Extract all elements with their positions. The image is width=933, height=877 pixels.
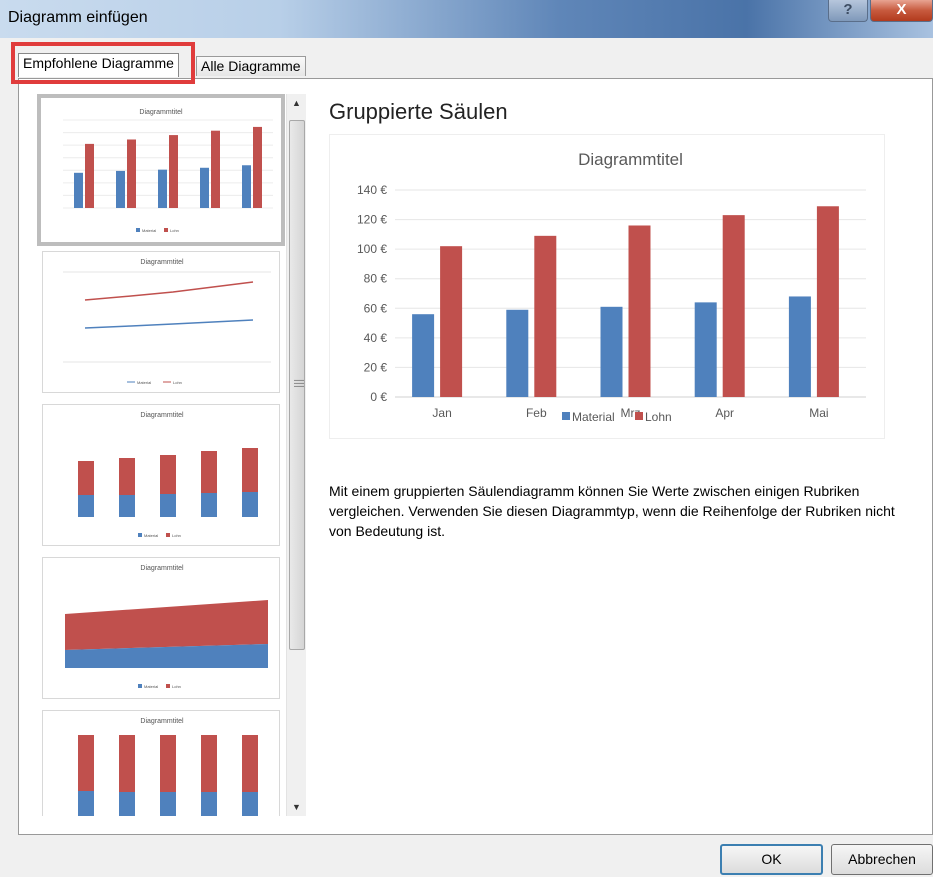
y-tick-label: 80 € <box>364 272 388 286</box>
thumb-chart-area: Diagrammtitel Material Lohn <box>65 565 268 689</box>
scrollbar-thumb[interactable]: — — — <box>289 120 305 650</box>
thumb-bar <box>127 139 136 208</box>
bar-material <box>506 309 529 397</box>
bar-lohn <box>722 215 745 397</box>
thumbnail-line[interactable]: Diagrammtitel Material Lohn <box>42 251 280 393</box>
highlight-box <box>11 42 195 84</box>
window-title: Diagramm einfügen <box>8 9 148 26</box>
thumb-bar <box>158 169 167 208</box>
bar-material <box>694 302 717 397</box>
legend-swatch <box>635 412 643 420</box>
x-tick-label: Feb <box>526 406 547 420</box>
thumb-bar <box>74 172 83 208</box>
bar-lohn <box>628 225 651 397</box>
svg-text:Diagrammtitel: Diagrammtitel <box>140 259 184 266</box>
thumb-chart-100stacked: Diagrammtitel <box>78 718 258 816</box>
chart-preview: Diagrammtitel 0 € 20 € 40 € 60 € 80 € 100 € 120… <box>329 134 885 439</box>
y-tick-label: 100 € <box>357 242 387 256</box>
help-button[interactable]: ? <box>828 0 868 22</box>
thumb-bar <box>169 135 178 208</box>
title-bar: Diagramm einfügen ? X <box>0 0 933 38</box>
svg-text:Diagrammtitel: Diagrammtitel <box>140 718 184 725</box>
svg-text:Material: Material <box>142 228 156 233</box>
thumb-bar <box>211 130 220 208</box>
main-panel: Diagrammtitel Material Lohn Diagrammtite… <box>18 78 933 835</box>
ok-button[interactable]: OK <box>720 844 823 875</box>
x-tick-label: Apr <box>715 406 734 420</box>
tab-alle-diagramme[interactable]: Alle Diagramme <box>196 56 306 76</box>
thumbnail-scrollbar[interactable]: ▲ — — — ▼ <box>286 94 306 816</box>
y-tick-label: 20 € <box>364 360 388 374</box>
close-button[interactable]: X <box>870 0 933 22</box>
chart-type-heading: Gruppierte Säulen <box>329 99 508 124</box>
chart-title: Diagrammtitel <box>578 150 683 169</box>
bar-material <box>600 306 623 397</box>
thumbnail-stacked-area[interactable]: Diagrammtitel Material Lohn <box>42 557 280 699</box>
svg-text:Material: Material <box>144 684 158 689</box>
legend-label: Material <box>572 410 615 424</box>
x-tick-label: Jan <box>432 406 451 420</box>
y-tick-label: 0 € <box>370 390 387 404</box>
svg-text:Lohn: Lohn <box>172 684 181 689</box>
svg-text:Lohn: Lohn <box>172 533 181 538</box>
thumb-bar <box>253 126 262 208</box>
thumb-title: Diagrammtitel <box>139 109 183 116</box>
y-tick-label: 120 € <box>357 213 387 227</box>
scroll-up-arrow-icon[interactable]: ▲ <box>287 94 306 112</box>
thumbnail-stacked-column[interactable]: Diagrammtitel Material Lohn <box>42 404 280 546</box>
bar-lohn <box>534 235 557 397</box>
thumb-chart-line: Diagrammtitel Material Lohn <box>63 259 271 385</box>
bar-lohn <box>440 246 463 397</box>
x-tick-label: Mai <box>809 406 828 420</box>
bar-material <box>412 314 435 397</box>
svg-text:Material: Material <box>144 533 158 538</box>
bar-lohn <box>816 206 839 397</box>
thumb-bar <box>116 170 125 208</box>
thumb-chart-clustered: Diagrammtitel Material Lohn <box>63 109 273 233</box>
scroll-down-arrow-icon[interactable]: ▼ <box>287 798 306 816</box>
cancel-button[interactable]: Abbrechen <box>831 844 933 875</box>
svg-text:Lohn: Lohn <box>173 380 182 385</box>
thumbnail-100-stacked-column[interactable]: Diagrammtitel <box>42 710 280 816</box>
svg-text:Material: Material <box>137 380 151 385</box>
y-tick-label: 40 € <box>364 331 388 345</box>
legend-swatch <box>562 412 570 420</box>
grip-icon: — — — <box>294 375 304 392</box>
svg-text:Diagrammtitel: Diagrammtitel <box>140 565 184 572</box>
y-tick-label: 60 € <box>364 301 388 315</box>
chart-description: Mit einem gruppierten Säulendiagramm kön… <box>329 483 895 539</box>
thumb-bar <box>200 167 209 208</box>
thumbnail-clustered-column[interactable]: Diagrammtitel Material Lohn <box>37 94 285 246</box>
thumbnail-list[interactable]: Diagrammtitel Material Lohn Diagrammtite… <box>37 94 289 816</box>
y-tick-label: 140 € <box>357 183 387 197</box>
bar-material <box>788 296 811 397</box>
svg-text:Diagrammtitel: Diagrammtitel <box>140 412 184 419</box>
preview-chart: Diagrammtitel 0 € 20 € 40 € 60 € 80 € 100 € 120… <box>357 150 866 424</box>
svg-text:Lohn: Lohn <box>170 228 179 233</box>
thumb-bar <box>85 143 94 208</box>
legend-label: Lohn <box>645 410 672 424</box>
thumb-chart-stacked: Diagrammtitel Material Lohn <box>78 412 258 538</box>
thumb-bar <box>242 165 251 208</box>
